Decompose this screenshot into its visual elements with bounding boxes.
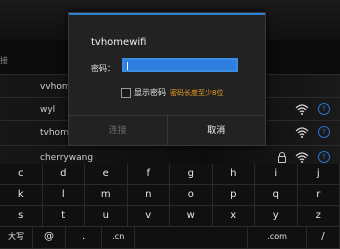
lock-icon: [278, 151, 286, 163]
password-hint: 密码长度至少8位: [170, 88, 224, 97]
onscreen-keyboard: c d e f g h i j k l m n o p q r s t u v …: [0, 164, 340, 249]
password-input[interactable]: [122, 58, 238, 72]
wifi-ssid: vvhom: [40, 82, 71, 92]
key[interactable]: l: [42, 185, 85, 206]
shift-key[interactable]: 大写: [0, 227, 34, 249]
keyboard-row: 大写 @ . .cn .com /: [0, 227, 340, 249]
info-icon[interactable]: ?: [318, 151, 330, 163]
key[interactable]: n: [127, 185, 170, 206]
password-label: 密码：: [91, 64, 115, 73]
info-icon[interactable]: ?: [318, 103, 330, 115]
key[interactable]: u: [85, 206, 128, 227]
wifi-list-partial-title: 接: [0, 56, 8, 65]
dialog-title: tvhomewifi: [91, 37, 147, 48]
key[interactable]: h: [212, 164, 255, 185]
info-icon[interactable]: ?: [318, 126, 330, 138]
key[interactable]: p: [212, 185, 255, 206]
key[interactable]: q: [255, 185, 298, 206]
key[interactable]: j: [297, 164, 340, 185]
show-password-option[interactable]: 显示密码 密码长度至少8位: [121, 87, 223, 98]
dot-key[interactable]: .: [66, 227, 103, 249]
keyboard-row: s t u v w x y z: [0, 206, 340, 227]
key[interactable]: f: [127, 164, 170, 185]
dialog-accent-line: [69, 13, 265, 15]
show-password-checkbox[interactable]: [121, 87, 131, 98]
wifi-ssid: cherrywang: [40, 153, 94, 163]
key[interactable]: x: [212, 206, 255, 227]
key[interactable]: s: [0, 206, 43, 227]
dot-com-key[interactable]: .com: [248, 227, 307, 249]
key[interactable]: m: [85, 185, 128, 206]
wifi-ssid: wyl: [40, 105, 56, 115]
key[interactable]: z: [297, 206, 340, 227]
cancel-button[interactable]: 取消: [168, 116, 266, 146]
key[interactable]: c: [0, 164, 43, 185]
key[interactable]: y: [255, 206, 298, 227]
keyboard-row: c d e f g h i j: [0, 164, 340, 185]
key[interactable]: i: [255, 164, 298, 185]
key[interactable]: o: [170, 185, 213, 206]
key[interactable]: g: [170, 164, 213, 185]
key[interactable]: v: [127, 206, 170, 227]
key[interactable]: e: [85, 164, 128, 185]
text-caret: [127, 62, 128, 70]
key[interactable]: t: [42, 206, 85, 227]
wifi-password-dialog: tvhomewifi 密码： 显示密码 密码长度至少8位 连接 取消: [68, 12, 266, 146]
show-password-label: 显示密码: [134, 88, 166, 97]
connect-button[interactable]: 连接: [69, 116, 168, 146]
wifi-signal-icon: [295, 104, 309, 115]
at-key[interactable]: @: [33, 227, 67, 249]
slash-key[interactable]: /: [306, 227, 340, 249]
keyboard-row: k l m n o p q r: [0, 185, 340, 206]
wifi-signal-icon: [295, 127, 309, 138]
dialog-button-row: 连接 取消: [69, 115, 265, 146]
key[interactable]: d: [42, 164, 85, 185]
key[interactable]: r: [297, 185, 340, 206]
space-key[interactable]: [135, 227, 249, 249]
key[interactable]: w: [170, 206, 213, 227]
wifi-signal-icon: [295, 152, 309, 163]
dot-cn-key[interactable]: .cn: [102, 227, 136, 249]
key[interactable]: k: [0, 185, 43, 206]
